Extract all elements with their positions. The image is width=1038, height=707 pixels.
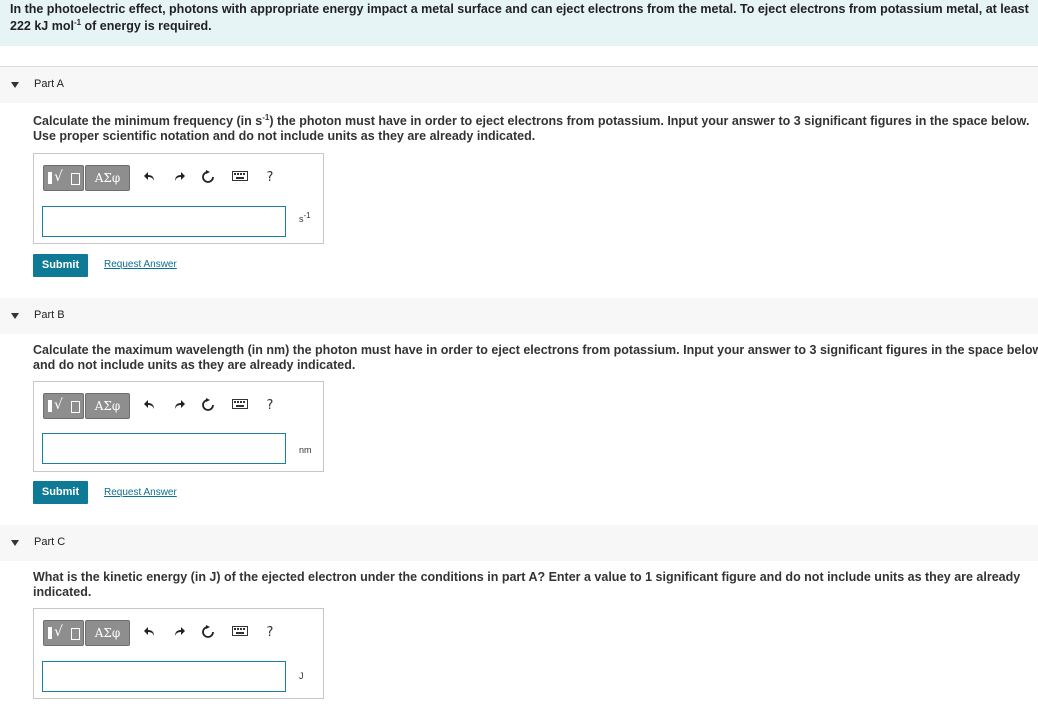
redo-icon[interactable] xyxy=(168,395,190,417)
part-b-question-line1: Calculate the maximum wavelength (in nm)… xyxy=(33,343,1038,357)
part-a-header[interactable]: Part A xyxy=(0,67,1038,103)
template-block-icon xyxy=(48,172,52,184)
part-c-label: Part C xyxy=(34,536,66,548)
part-c-answer-input[interactable] xyxy=(42,661,286,692)
templates-button[interactable]: √ xyxy=(43,393,84,419)
part-a-question-line2: Use proper scientific notation and do no… xyxy=(33,129,536,143)
reset-icon[interactable] xyxy=(197,622,219,644)
part-a-answer-box: √ ΑΣφ ? s-1 xyxy=(33,153,324,244)
part-a-question: Calculate the minimum frequency (in s-1)… xyxy=(33,113,1038,144)
template-block-icon xyxy=(48,627,52,639)
part-a-question-line1: Calculate the minimum frequency (in s-1)… xyxy=(33,113,1038,129)
undo-icon[interactable] xyxy=(139,167,161,189)
problem-intro: In the photoelectric effect, photons wit… xyxy=(0,0,1038,46)
undo-icon[interactable] xyxy=(139,622,161,644)
part-b-unit: nm xyxy=(299,445,312,455)
part-c-header[interactable]: Part C xyxy=(0,525,1038,561)
part-b-answer-box: √ ΑΣφ ? nm xyxy=(33,381,324,472)
help-icon[interactable]: ? xyxy=(259,167,281,189)
reset-icon[interactable] xyxy=(197,167,219,189)
part-b-submit-button[interactable]: Submit xyxy=(33,481,88,504)
part-c-question: What is the kinetic energy (in J) of the… xyxy=(33,570,1038,600)
templates-button[interactable]: √ xyxy=(43,165,84,191)
caret-down-icon[interactable] xyxy=(11,313,19,319)
part-a-unit-exponent: -1 xyxy=(303,211,311,220)
part-b-header[interactable]: Part B xyxy=(0,298,1038,334)
part-c-question-line1: What is the kinetic energy (in J) of the… xyxy=(33,570,1021,584)
part-b-label: Part B xyxy=(34,309,65,321)
square-box-icon xyxy=(71,401,80,413)
part-a-question-text-end: ) the photon must have in order to eject… xyxy=(269,114,1030,128)
part-a-request-answer-link[interactable]: Request Answer xyxy=(104,259,177,270)
greek-symbols-button[interactable]: ΑΣφ xyxy=(85,393,130,419)
sqrt-icon: √ xyxy=(54,397,63,413)
keyboard-icon[interactable] xyxy=(229,167,251,189)
help-icon[interactable]: ? xyxy=(259,395,281,417)
sqrt-icon: √ xyxy=(54,169,63,185)
part-a-question-text: Calculate the minimum frequency (in s xyxy=(33,114,263,128)
part-b-request-answer-link[interactable]: Request Answer xyxy=(104,487,177,498)
caret-down-icon[interactable] xyxy=(11,82,19,88)
templates-button[interactable]: √ xyxy=(43,620,84,646)
part-a-submit-button[interactable]: Submit xyxy=(33,254,88,277)
redo-icon[interactable] xyxy=(168,167,190,189)
part-b-question-line2: and do not include units as they are alr… xyxy=(33,358,356,372)
part-a-label: Part A xyxy=(34,78,64,90)
square-box-icon xyxy=(71,173,80,185)
reset-icon[interactable] xyxy=(197,395,219,417)
part-a-unit: s-1 xyxy=(299,211,311,225)
caret-down-icon[interactable] xyxy=(11,540,19,546)
undo-icon[interactable] xyxy=(139,395,161,417)
template-block-icon xyxy=(48,400,52,412)
keyboard-icon[interactable] xyxy=(229,395,251,417)
intro-text-end: of energy is required. xyxy=(81,19,212,33)
part-b-question: Calculate the maximum wavelength (in nm)… xyxy=(33,343,1038,373)
greek-symbols-button[interactable]: ΑΣφ xyxy=(85,165,130,191)
part-c-unit: J xyxy=(299,671,304,681)
part-b-answer-input[interactable] xyxy=(42,433,286,464)
help-icon[interactable]: ? xyxy=(259,622,281,644)
redo-icon[interactable] xyxy=(168,622,190,644)
part-c-answer-box: √ ΑΣφ ? J xyxy=(33,608,324,699)
part-a-answer-input[interactable] xyxy=(42,206,286,237)
square-box-icon xyxy=(71,628,80,640)
sqrt-icon: √ xyxy=(54,624,63,640)
greek-symbols-button[interactable]: ΑΣφ xyxy=(85,620,130,646)
part-c-question-line2: indicated. xyxy=(33,585,92,599)
intro-exponent: -1 xyxy=(73,17,82,27)
keyboard-icon[interactable] xyxy=(229,622,251,644)
